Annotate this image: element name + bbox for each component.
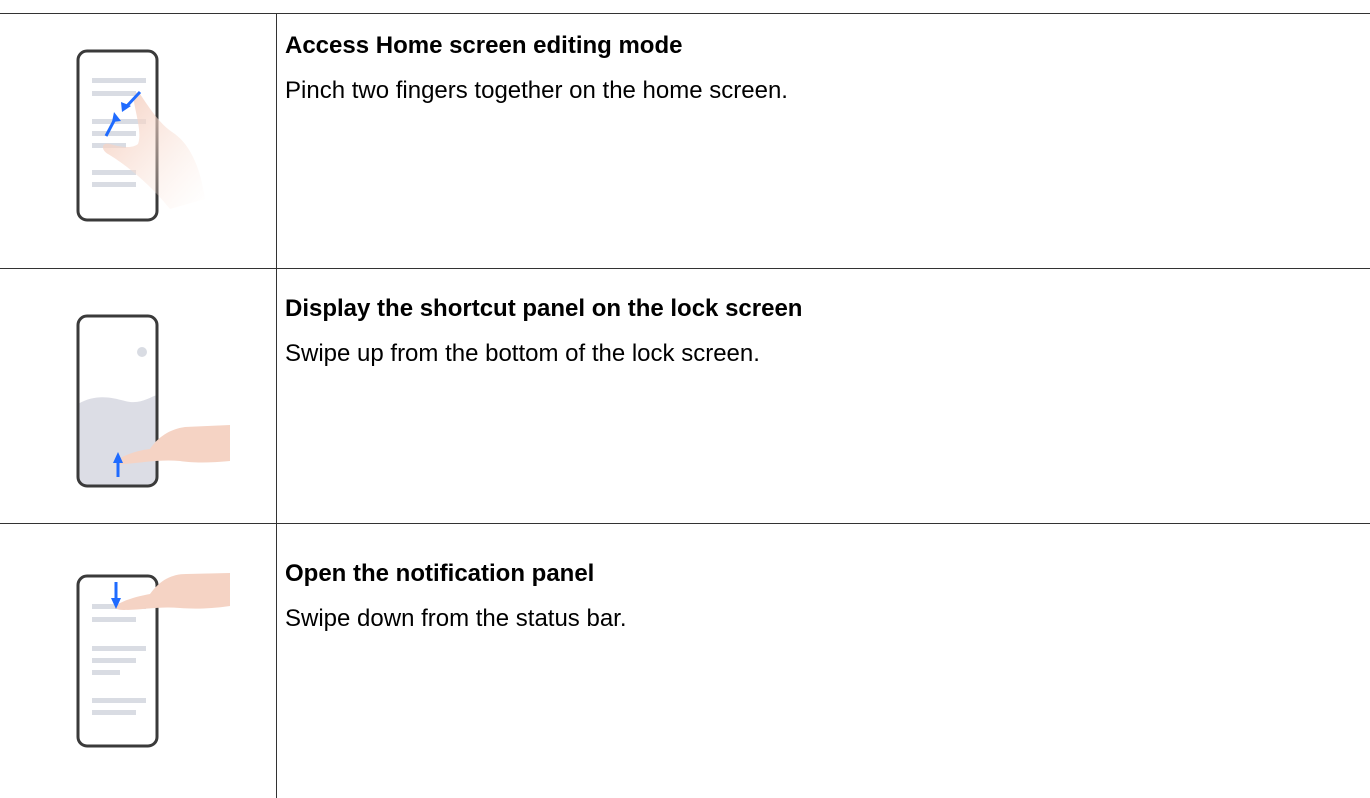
row-description: Swipe up from the bottom of the lock scr…	[285, 340, 760, 367]
table-row: Open the notification panel Swipe down f…	[0, 524, 1370, 798]
row-title: Open the notification panel	[285, 560, 595, 587]
table-row: Access Home screen editing mode Pinch tw…	[0, 14, 1370, 268]
row-title: Access Home screen editing mode	[285, 32, 683, 59]
table-row: Display the shortcut panel on the lock s…	[0, 269, 1370, 523]
pinch-gesture-icon	[0, 14, 276, 254]
row-description: Swipe down from the status bar.	[285, 605, 627, 632]
swipe-down-gesture-icon	[0, 524, 276, 764]
row-text: Access Home screen editing mode Pinch tw…	[285, 31, 1355, 106]
gesture-table: Access Home screen editing mode Pinch tw…	[0, 0, 1370, 798]
swipe-up-gesture-icon	[0, 269, 276, 509]
row-title: Display the shortcut panel on the lock s…	[285, 295, 803, 322]
row-description: Pinch two fingers together on the home s…	[285, 77, 788, 104]
row-text: Open the notification panel Swipe down f…	[285, 559, 1355, 634]
row-text: Display the shortcut panel on the lock s…	[285, 294, 1355, 369]
